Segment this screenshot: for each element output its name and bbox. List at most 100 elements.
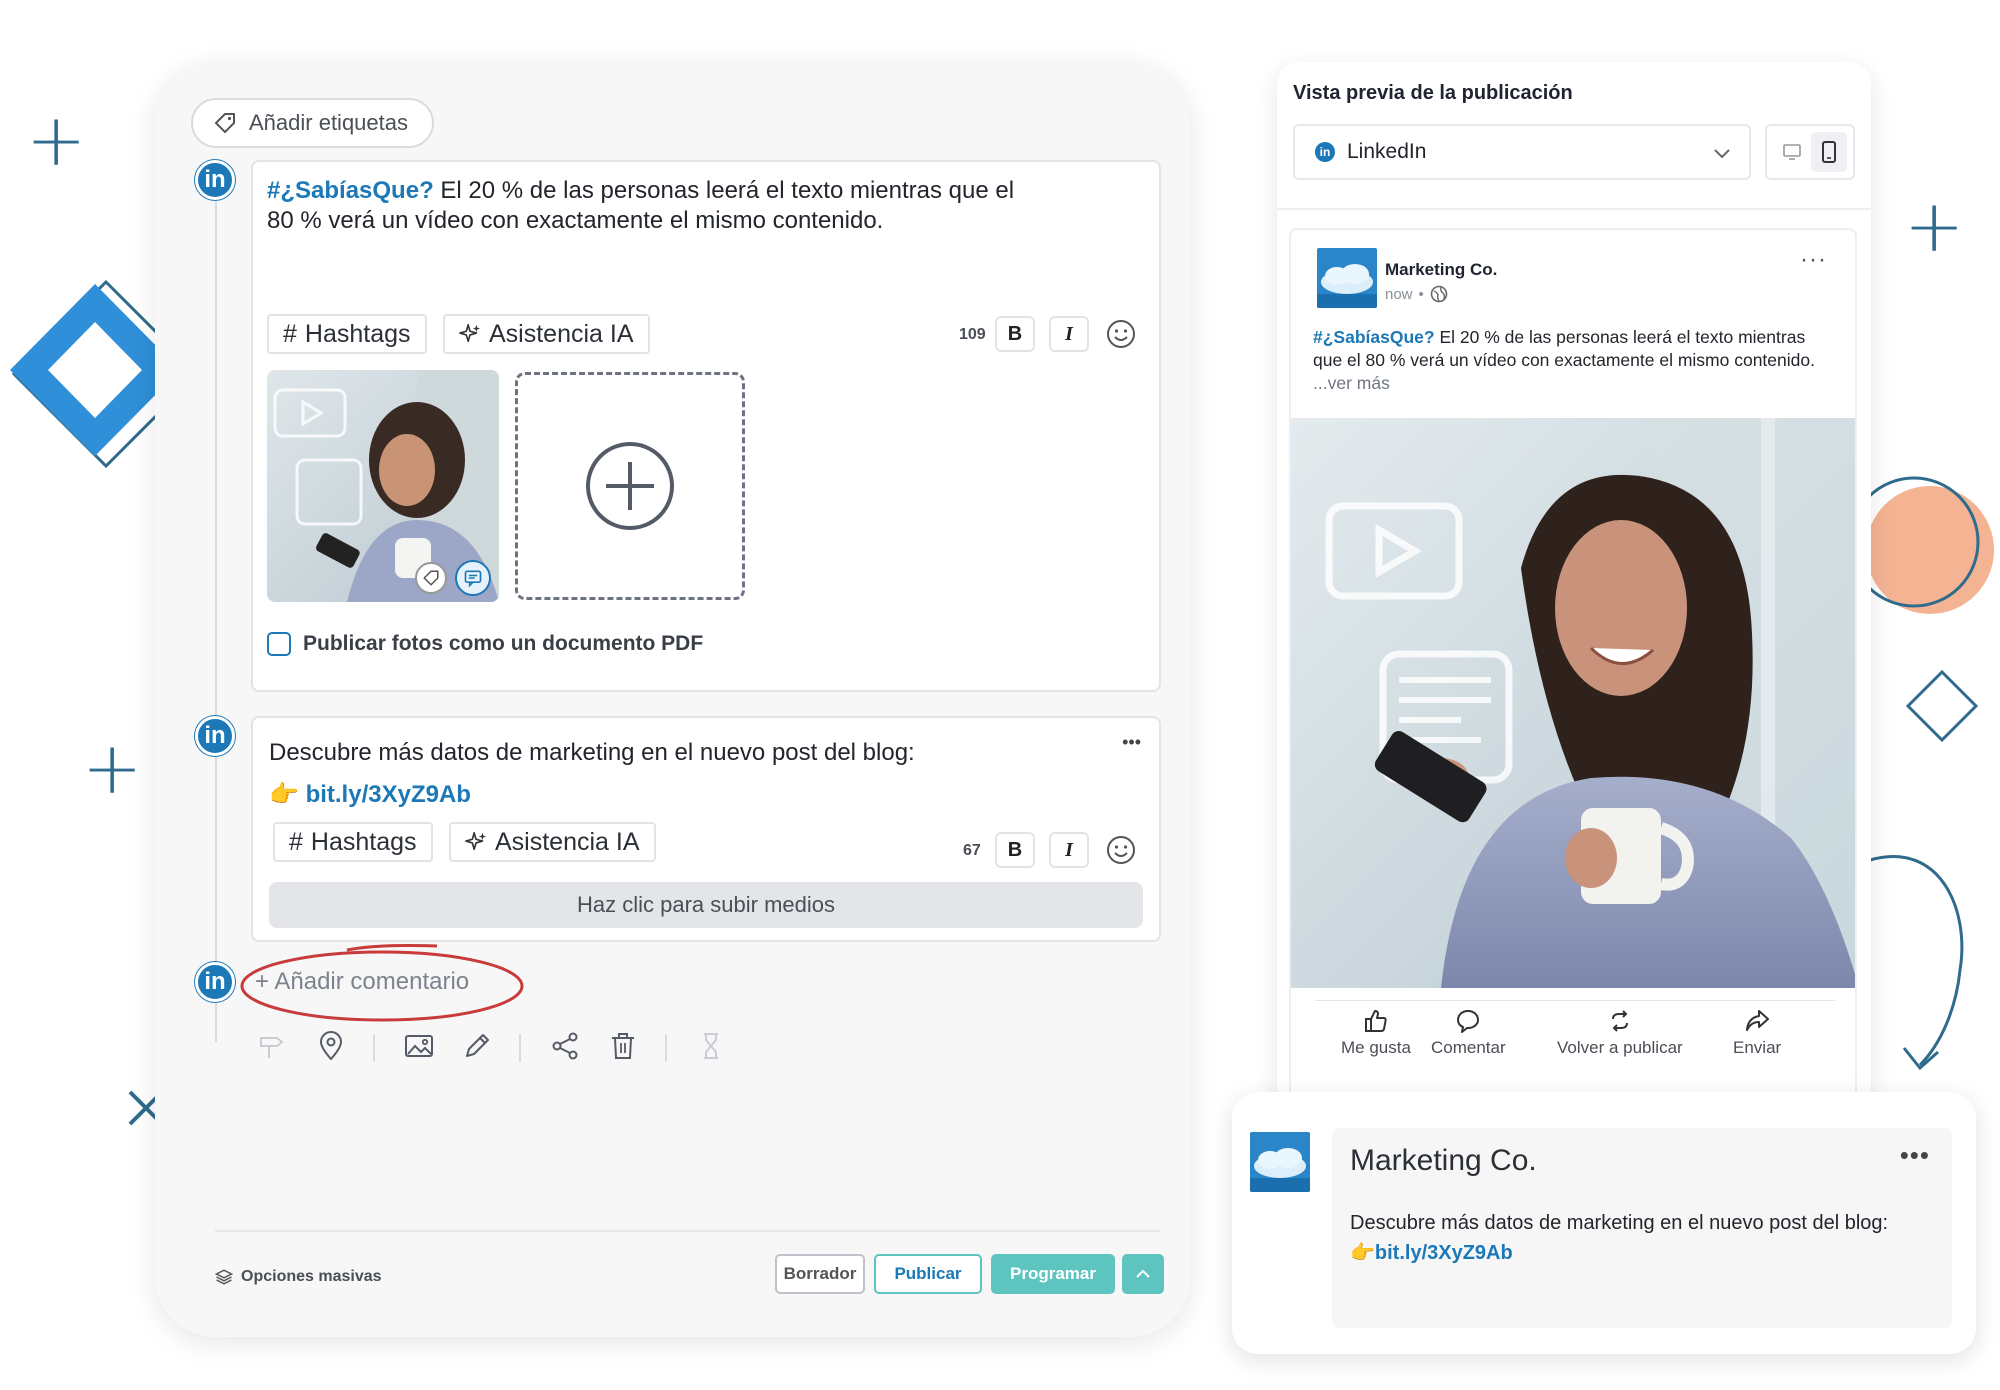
- comment-bubble: Marketing Co. ••• Descubre más datos de …: [1332, 1128, 1952, 1328]
- hourglass-icon[interactable]: [695, 1030, 727, 1062]
- signpost-icon[interactable]: [255, 1030, 287, 1062]
- bulk-options-label: Opciones masivas: [241, 1268, 382, 1285]
- post-2-text-line1: Descubre más datos de marketing en el nu…: [269, 739, 915, 766]
- linkedin-icon: in: [1315, 142, 1335, 162]
- pointing-hand-emoji: 👉: [269, 781, 299, 808]
- like-button[interactable]: Me gusta: [1341, 1008, 1411, 1058]
- hashtags-label: Hashtags: [304, 319, 411, 348]
- schedule-button[interactable]: Programar: [991, 1254, 1115, 1294]
- preview-post-text: #¿SabíasQue? El 20 % de las personas lee…: [1313, 326, 1833, 395]
- footer-divider: [215, 1230, 1160, 1232]
- schedule-options-button[interactable]: [1122, 1254, 1164, 1294]
- post-editor-card: Añadir etiquetas in #¿SabíasQue? El 20 %…: [155, 62, 1190, 1337]
- network-select[interactable]: in LinkedIn: [1293, 124, 1751, 180]
- post-1-text[interactable]: #¿SabíasQue? El 20 % de las personas lee…: [267, 176, 1127, 236]
- location-pin-icon[interactable]: [315, 1030, 347, 1062]
- company-logo: [1250, 1132, 1310, 1192]
- plus-decoration-mid-left: +: [82, 726, 143, 810]
- company-name: Marketing Co.: [1385, 260, 1498, 279]
- upload-media-button[interactable]: Haz clic para subir medios: [269, 882, 1143, 928]
- post-options-button[interactable]: ···: [1800, 246, 1827, 274]
- alt-text-button[interactable]: [455, 560, 491, 596]
- see-more-link[interactable]: ...ver más: [1313, 373, 1390, 393]
- post-editor-1[interactable]: #¿SabíasQue? El 20 % de las personas lee…: [251, 160, 1161, 692]
- preview-title: Vista previa de la publicación: [1293, 82, 1573, 104]
- share-icon[interactable]: [549, 1030, 581, 1062]
- mobile-icon: [1821, 141, 1836, 163]
- post-editor-2[interactable]: Descubre más datos de marketing en el nu…: [251, 716, 1161, 942]
- ai-assist-button[interactable]: Asistencia IA: [443, 314, 650, 354]
- cloud-logo-image: [1250, 1132, 1310, 1192]
- bulk-options-button[interactable]: Opciones masivas: [215, 1268, 382, 1286]
- company-logo: [1317, 248, 1377, 308]
- pencil-icon[interactable]: [461, 1030, 493, 1062]
- bold-button[interactable]: B: [995, 316, 1035, 352]
- curved-arrow-decoration: [1869, 855, 1964, 1071]
- mobile-view-button[interactable]: [1810, 132, 1847, 172]
- toolbar-separator: [373, 1034, 375, 1062]
- pdf-checkbox[interactable]: [267, 632, 291, 656]
- meta-separator: •: [1418, 285, 1424, 303]
- linkedin-icon: in: [195, 962, 235, 1002]
- hashtags-button[interactable]: # Hashtags: [267, 314, 427, 354]
- post-meta: now •: [1385, 285, 1448, 303]
- toolbar-separator: [665, 1034, 667, 1062]
- plus-decoration-top-left: +: [26, 98, 87, 182]
- add-tags-button[interactable]: Añadir etiquetas: [191, 98, 434, 148]
- post-2-text[interactable]: Descubre más datos de marketing en el nu…: [269, 732, 1069, 816]
- trash-icon[interactable]: [607, 1030, 639, 1062]
- linkedin-post-preview: Marketing Co. now • ··· #¿SabíasQue? El …: [1289, 228, 1857, 1112]
- thread-timeline: [215, 192, 217, 1042]
- publish-button[interactable]: Publicar: [874, 1254, 982, 1294]
- post-preview-panel: Vista previa de la publicación in Linked…: [1277, 62, 1871, 1112]
- post-image: [1291, 418, 1855, 988]
- comment-company-name: Marketing Co.: [1350, 1144, 1537, 1177]
- italic-button[interactable]: I: [1049, 832, 1089, 868]
- device-toggle: [1765, 124, 1855, 180]
- comment-icon: [464, 570, 482, 588]
- network-select-value: LinkedIn: [1347, 140, 1427, 163]
- send-button[interactable]: Enviar: [1733, 1008, 1781, 1058]
- post-1-text-line2: 80 % verá un vídeo con exactamente el mi…: [267, 207, 884, 234]
- media-thumbnail[interactable]: [267, 370, 499, 602]
- send-label: Enviar: [1733, 1038, 1782, 1057]
- tag-media-button[interactable]: [415, 562, 447, 594]
- image-icon[interactable]: [403, 1030, 435, 1062]
- more-options-button[interactable]: •••: [1122, 732, 1141, 753]
- emoji-icon[interactable]: [1105, 834, 1137, 866]
- comment-button[interactable]: Comentar: [1431, 1008, 1506, 1058]
- tag-icon: [215, 113, 235, 133]
- preview-hashtag[interactable]: #¿SabíasQue?: [1313, 327, 1435, 347]
- globe-icon: [1430, 285, 1448, 303]
- cloud-logo-image: [1317, 248, 1377, 308]
- post-time: now: [1385, 285, 1413, 303]
- comment-link[interactable]: bit.ly/3XyZ9Ab: [1375, 1242, 1513, 1264]
- post-1-hashtag: #¿SabíasQue?: [267, 177, 434, 204]
- add-media-button[interactable]: [515, 372, 745, 600]
- italic-button[interactable]: I: [1049, 316, 1089, 352]
- draft-button[interactable]: Borrador: [775, 1254, 865, 1294]
- hash-icon: #: [283, 319, 297, 348]
- comment-text: Descubre más datos de marketing en el nu…: [1350, 1208, 1888, 1268]
- bold-button[interactable]: B: [995, 832, 1035, 868]
- repost-icon: [1611, 1010, 1628, 1032]
- add-comment-button[interactable]: + Añadir comentario: [255, 968, 469, 996]
- toolbar-separator: [519, 1034, 521, 1062]
- comment-icon: [1457, 1010, 1480, 1033]
- ai-assist-label: Asistencia IA: [489, 319, 634, 348]
- ai-assist-button[interactable]: Asistencia IA: [449, 822, 656, 862]
- post-2-link[interactable]: bit.ly/3XyZ9Ab: [306, 781, 471, 808]
- sparkle-icon: [459, 324, 481, 343]
- hashtags-button[interactable]: # Hashtags: [273, 822, 433, 862]
- post-1-text-line1: El 20 % de las personas leerá el texto m…: [433, 177, 1015, 204]
- thumbs-up-icon: [1364, 1010, 1387, 1032]
- diamond-outline-decoration-right: [1905, 669, 1979, 743]
- desktop-view-button[interactable]: [1774, 132, 1810, 172]
- actions-divider: [1315, 1000, 1835, 1001]
- hash-icon: #: [289, 827, 303, 856]
- comment-options-button[interactable]: •••: [1900, 1140, 1930, 1171]
- chevron-up-icon: [1136, 1269, 1150, 1278]
- pdf-checkbox-label: Publicar fotos como un documento PDF: [303, 632, 704, 655]
- emoji-icon[interactable]: [1105, 318, 1137, 350]
- repost-button[interactable]: Volver a publicar: [1557, 1008, 1683, 1058]
